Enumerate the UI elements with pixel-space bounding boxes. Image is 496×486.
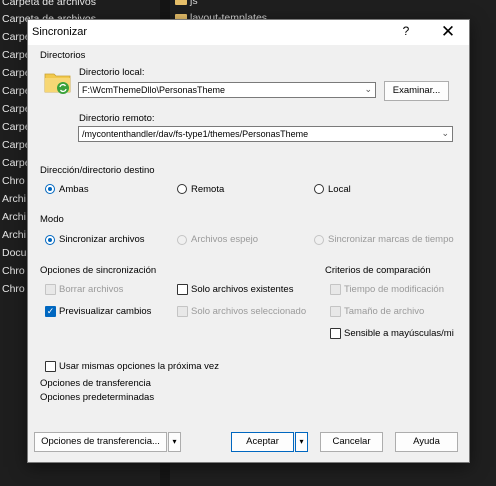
mode-sync-label[interactable]: Sincronizar archivos <box>59 234 145 245</box>
bg-item: Chro <box>2 265 25 277</box>
mode-heading: Modo <box>40 214 64 225</box>
same-options-checkbox[interactable] <box>45 361 56 372</box>
remote-dir-value: /mycontenthandler/dav/fs-type1/themes/Pe… <box>82 129 309 139</box>
transfer-options-value: Opciones predeterminadas <box>40 392 155 403</box>
delete-files-label[interactable]: Borrar archivos <box>59 284 123 295</box>
remote-dir-label: Directorio remoto: <box>79 113 155 124</box>
direction-heading: Dirección/directorio destino <box>40 165 155 176</box>
title-bar: Sincronizar ? ✕ <box>28 20 469 45</box>
existing-only-checkbox[interactable] <box>177 284 188 295</box>
preview-changes-label[interactable]: Previsualizar cambios <box>59 306 151 317</box>
cmp-size-checkbox[interactable] <box>330 306 341 317</box>
mode-radio-timestamps[interactable] <box>314 235 324 245</box>
folder-icon <box>175 0 187 5</box>
directories-heading: Directorios <box>40 50 86 61</box>
sync-folder-icon <box>44 73 71 94</box>
direction-radio-local[interactable] <box>314 184 324 194</box>
local-dir-value: F:\WcmThemeDllo\PersonasTheme <box>82 85 226 95</box>
selected-only-checkbox[interactable] <box>177 306 188 317</box>
mode-mirror-label[interactable]: Archivos espejo <box>191 234 258 245</box>
local-dir-label: Directorio local: <box>79 67 145 78</box>
cmp-time-label[interactable]: Tiempo de modificación <box>344 284 444 295</box>
compare-heading: Criterios de comparación <box>325 265 431 276</box>
close-button[interactable]: ✕ <box>433 21 463 43</box>
bg-item: Carpeta de archivos <box>2 0 96 8</box>
direction-radio-both[interactable] <box>45 184 55 194</box>
help-title-button[interactable]: ? <box>399 24 413 38</box>
remote-dir-field[interactable]: /mycontenthandler/dav/fs-type1/themes/Pe… <box>78 126 453 142</box>
chevron-down-icon[interactable]: ⌄ <box>364 84 372 95</box>
bg-file-item: js <box>190 0 198 7</box>
sync-options-heading: Opciones de sincronización <box>40 265 157 276</box>
direction-remote-label[interactable]: Remota <box>191 184 224 195</box>
bg-item: Archi <box>2 193 26 205</box>
transfer-options-button[interactable]: Opciones de transferencia... <box>34 432 167 452</box>
ok-dropdown[interactable]: ▾ <box>295 432 308 452</box>
delete-files-checkbox[interactable] <box>45 284 56 295</box>
ok-button[interactable]: Aceptar <box>231 432 294 452</box>
cmp-time-checkbox[interactable] <box>330 284 341 295</box>
same-options-label[interactable]: Usar mismas opciones la próxima vez <box>59 361 219 372</box>
existing-only-label[interactable]: Solo archivos existentes <box>191 284 293 295</box>
bg-item: Archi <box>2 211 26 223</box>
browse-button[interactable]: Examinar... <box>384 81 449 101</box>
dialog-title: Sincronizar <box>32 26 88 38</box>
direction-both-label[interactable]: Ambas <box>59 184 89 195</box>
bg-item: Archi <box>2 229 26 241</box>
direction-local-label[interactable]: Local <box>328 184 351 195</box>
cancel-button[interactable]: Cancelar <box>320 432 383 452</box>
mode-timestamps-label[interactable]: Sincronizar marcas de tiempo <box>328 234 454 245</box>
direction-radio-remote[interactable] <box>177 184 187 194</box>
mode-radio-mirror[interactable] <box>177 235 187 245</box>
bg-item: Chro <box>2 175 25 187</box>
chevron-down-icon[interactable]: ⌄ <box>441 128 449 139</box>
transfer-options-dropdown[interactable]: ▾ <box>168 432 181 452</box>
bg-item: Chro <box>2 283 25 295</box>
selected-only-label[interactable]: Solo archivos seleccionado <box>191 306 306 317</box>
cmp-size-label[interactable]: Tamaño de archivo <box>344 306 424 317</box>
preview-changes-checkbox[interactable]: ✓ <box>45 306 56 317</box>
local-dir-field[interactable]: F:\WcmThemeDllo\PersonasTheme ⌄ <box>78 82 376 98</box>
bg-item: Docu <box>2 247 27 259</box>
cmp-case-label[interactable]: Sensible a mayúsculas/mi <box>344 328 454 339</box>
sync-dialog: Sincronizar ? ✕ Directorios Directorio l… <box>27 19 470 463</box>
transfer-options-heading: Opciones de transferencia <box>40 378 151 389</box>
cmp-case-checkbox[interactable] <box>330 328 341 339</box>
help-button[interactable]: Ayuda <box>395 432 458 452</box>
mode-radio-sync[interactable] <box>45 235 55 245</box>
